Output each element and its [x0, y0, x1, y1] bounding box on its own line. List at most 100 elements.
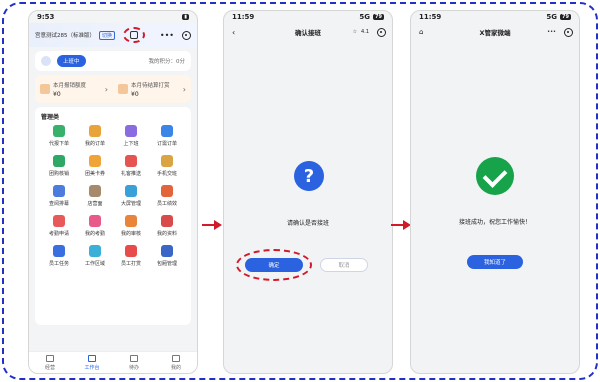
network-label: 5G	[359, 13, 371, 21]
more-icon[interactable]: •••	[160, 31, 174, 40]
grid-item-label: 礼客推送	[120, 171, 141, 177]
clipboard-icon	[130, 354, 138, 362]
page-title: 确认接班	[295, 29, 321, 37]
management-section: 管理类 代报下单 我的订单 上下班 订需订单 团购核销 团美卡券 礼客推送 手机交班 查阅排幕 店…	[35, 107, 191, 325]
grid-item[interactable]: 员工打赏	[113, 245, 149, 267]
avatar	[41, 56, 51, 66]
confirm-button[interactable]: 确定	[245, 258, 303, 272]
status-time: 11:59	[419, 13, 442, 21]
grid-item[interactable]: 我的订单	[77, 125, 113, 147]
grid-item[interactable]: 员工绩效	[149, 185, 185, 207]
onduty-badge[interactable]: 上班中	[57, 55, 86, 67]
grid-item[interactable]: 订需订单	[149, 125, 185, 147]
nav-bar: ⌂ X管家微端 •••	[411, 23, 579, 41]
grid-item[interactable]: 代报下单	[41, 125, 77, 147]
close-miniapp-icon[interactable]	[182, 30, 191, 40]
battery-level: 79	[373, 14, 384, 20]
question-icon: ?	[294, 161, 324, 191]
confirm-highlight: 确定	[236, 249, 312, 281]
stat-value: ¥0	[53, 90, 61, 98]
more-icon[interactable]: •••	[547, 29, 556, 35]
grid-item[interactable]: 手机交班	[149, 155, 185, 177]
back-icon[interactable]: ‹	[232, 28, 235, 37]
grid-item[interactable]: 店营面	[77, 185, 113, 207]
stats-card: 本月报销额度 ¥0 › 本月待结算打赏 ¥0 ›	[35, 75, 191, 103]
grid-item[interactable]: 礼客推送	[113, 155, 149, 177]
grid-item[interactable]: 大屏管理	[113, 185, 149, 207]
network-label: 5G	[546, 13, 558, 21]
home-icon[interactable]: ⌂	[419, 28, 423, 36]
stat-reimbursement[interactable]: 本月报销额度 ¥0 ›	[35, 81, 113, 98]
grid-item[interactable]: 员工任务	[41, 245, 77, 267]
grid-icon	[88, 354, 96, 362]
grid-item[interactable]: 我的资料	[149, 215, 185, 237]
battery-icon: ▮	[182, 14, 189, 20]
feature-icon	[125, 155, 137, 167]
tab-bar: 经营 工作台 待办 我的	[29, 351, 197, 373]
top-bar: 宫意测试285（标准版） 切换 •••	[29, 23, 197, 47]
tab-workbench[interactable]: 工作台	[71, 352, 113, 373]
phone-workbench: 9:53 ▮ 宫意测试285（标准版） 切换 ••• 上班中 我的积分：0分 本…	[28, 10, 198, 374]
chevron-right-icon: ›	[182, 84, 186, 94]
feature-icon	[161, 155, 173, 167]
grid-item[interactable]: 包厢管理	[149, 245, 185, 267]
feature-icon	[53, 245, 65, 257]
page-title: X管家微端	[479, 29, 511, 37]
grid-item[interactable]: 上下班	[113, 125, 149, 147]
feature-icon	[89, 215, 101, 227]
cancel-button[interactable]: 取消	[320, 258, 368, 272]
grid-item-label: 手机交班	[156, 171, 177, 177]
grid-item-label: 店营面	[87, 201, 103, 207]
close-miniapp-icon[interactable]	[377, 27, 386, 37]
feature-icon	[125, 245, 137, 257]
status-bar: 9:53 ▮	[29, 11, 197, 23]
feature-icon	[53, 155, 65, 167]
feature-icon	[125, 215, 137, 227]
stat-label: 本月报销额度	[53, 82, 87, 89]
chevron-right-icon: ›	[104, 84, 108, 94]
grid-item[interactable]: 查阅排幕	[41, 185, 77, 207]
feature-icon	[53, 185, 65, 197]
status-bar: 11:59 5G 79	[224, 11, 392, 23]
grid-item-label: 包厢管理	[156, 261, 177, 267]
tab-business[interactable]: 经营	[29, 352, 71, 373]
nav-bar: ‹ 确认接班 ☆ 4.1	[224, 23, 392, 41]
stat-value: ¥0	[131, 90, 139, 98]
grid-item[interactable]: 团购核销	[41, 155, 77, 177]
grid-item[interactable]: 我的审核	[113, 215, 149, 237]
scan-highlight	[123, 27, 146, 43]
arrow-right-icon	[202, 220, 222, 230]
close-miniapp-icon[interactable]	[564, 27, 573, 37]
star-icon: ☆	[352, 29, 358, 35]
feature-icon	[161, 125, 173, 137]
feature-icon	[89, 125, 101, 137]
points-text: 我的积分：0分	[148, 59, 186, 65]
tab-mine[interactable]: 我的	[155, 352, 197, 373]
feature-icon	[125, 185, 137, 197]
chart-icon	[46, 354, 54, 362]
wallet-icon	[40, 84, 50, 94]
switch-button[interactable]: 切换	[99, 30, 116, 40]
grid-item-label: 团购核销	[48, 171, 69, 177]
grid-item-label: 我的订单	[84, 141, 105, 147]
grid-item[interactable]: 工作区域	[77, 245, 113, 267]
grid-item-label: 我的考勤	[84, 231, 105, 237]
got-it-button[interactable]: 我知道了	[467, 255, 523, 269]
feature-icon	[125, 125, 137, 137]
battery-level: 79	[560, 14, 571, 20]
stat-tips[interactable]: 本月待结算打赏 ¥0 ›	[113, 81, 191, 98]
tab-label: 待办	[128, 364, 139, 371]
grid-item[interactable]: 我的考勤	[77, 215, 113, 237]
grid-item[interactable]: 考勤申请	[41, 215, 77, 237]
feature-icon	[89, 245, 101, 257]
grid-item-label: 订需订单	[156, 141, 177, 147]
scan-icon[interactable]	[130, 31, 139, 39]
tab-label: 我的	[170, 364, 181, 371]
grid-item-label: 查阅排幕	[48, 201, 69, 207]
grid-item-label: 团美卡券	[84, 171, 105, 177]
user-icon	[172, 354, 180, 362]
tab-todo[interactable]: 待办	[113, 352, 155, 373]
confirm-message: 请确认是否接班	[286, 220, 329, 227]
grid-item-label: 上下班	[123, 141, 139, 147]
grid-item[interactable]: 团美卡券	[77, 155, 113, 177]
